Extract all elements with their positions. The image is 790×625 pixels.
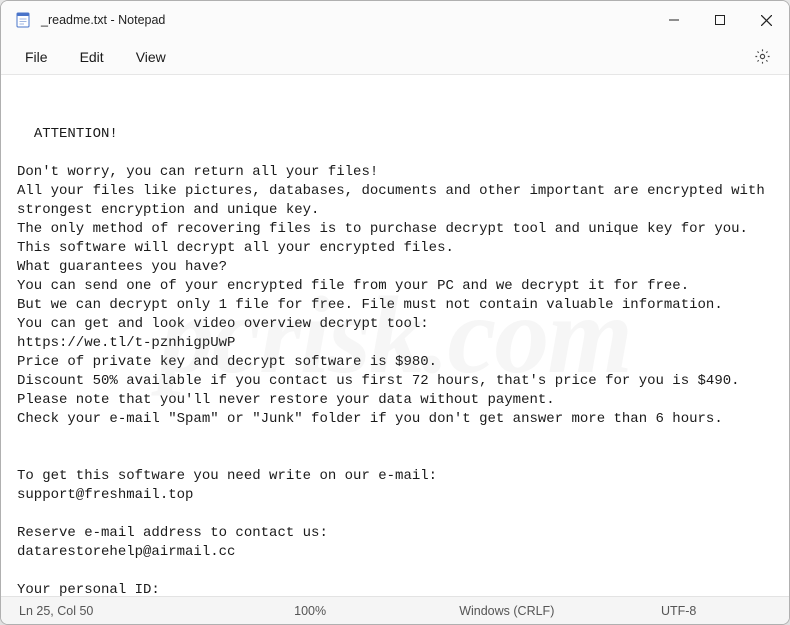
- status-encoding[interactable]: UTF-8: [661, 604, 771, 618]
- status-zoom[interactable]: 100%: [294, 604, 459, 618]
- status-cursor-position: Ln 25, Col 50: [19, 604, 294, 618]
- document-text: ATTENTION! Don't worry, you can return a…: [17, 126, 773, 596]
- menu-view[interactable]: View: [122, 45, 180, 69]
- window-controls: [651, 1, 789, 39]
- close-button[interactable]: [743, 1, 789, 39]
- maximize-button[interactable]: [697, 1, 743, 39]
- window-title: _readme.txt - Notepad: [41, 13, 651, 27]
- text-editor[interactable]: pcrisk.com ATTENTION! Don't worry, you c…: [1, 75, 789, 596]
- menu-edit[interactable]: Edit: [66, 45, 118, 69]
- statusbar: Ln 25, Col 50 100% Windows (CRLF) UTF-8: [1, 596, 789, 624]
- settings-button[interactable]: [745, 43, 779, 71]
- notepad-window: _readme.txt - Notepad File Edit View pcr…: [0, 0, 790, 625]
- minimize-button[interactable]: [651, 1, 697, 39]
- notepad-icon: [15, 12, 31, 28]
- menubar: File Edit View: [1, 39, 789, 75]
- status-line-ending[interactable]: Windows (CRLF): [459, 604, 661, 618]
- menu-file[interactable]: File: [11, 45, 62, 69]
- titlebar[interactable]: _readme.txt - Notepad: [1, 1, 789, 39]
